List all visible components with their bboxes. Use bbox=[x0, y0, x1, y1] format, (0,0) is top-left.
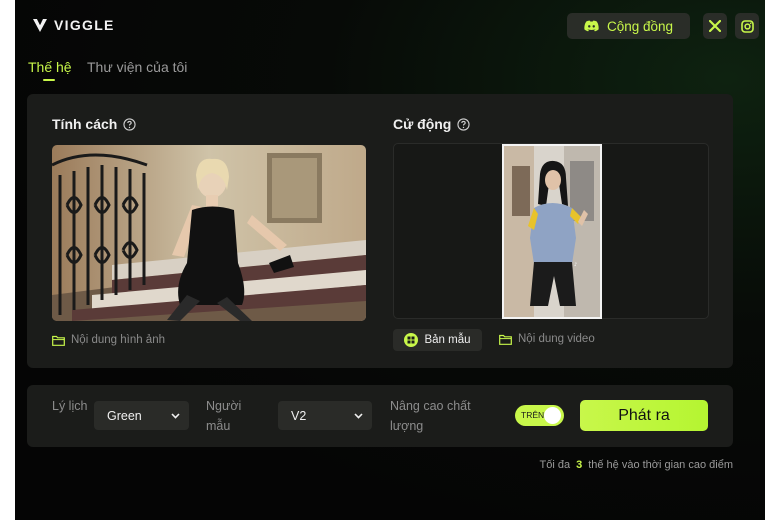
help-icon[interactable] bbox=[123, 117, 136, 131]
peak-limit-note: Tối đa 3 thế hệ vào thời gian cao điểm bbox=[539, 459, 733, 471]
footnote-suffix: thế hệ vào thời gian cao điểm bbox=[588, 459, 733, 471]
generate-button[interactable]: Phát ra bbox=[580, 400, 708, 431]
template-button[interactable]: Bản mẫu bbox=[393, 329, 482, 351]
footnote-count: 3 bbox=[576, 459, 583, 471]
motion-title: Cử động bbox=[393, 116, 452, 132]
toggle-knob bbox=[544, 407, 561, 424]
template-icon bbox=[404, 333, 419, 347]
motion-video-area[interactable]: ♪ bbox=[393, 143, 709, 319]
character-photo bbox=[52, 145, 366, 321]
motion-video-frame: ♪ bbox=[504, 146, 600, 317]
video-content-label: Nội dung video bbox=[518, 333, 595, 345]
active-tab-indicator bbox=[43, 79, 55, 81]
logo-text: VIGGLE bbox=[54, 17, 115, 33]
folder-icon bbox=[52, 335, 65, 346]
chevron-down-icon bbox=[171, 412, 180, 419]
chevron-down-icon bbox=[354, 412, 363, 419]
footnote-prefix: Tối đa bbox=[539, 459, 571, 471]
character-image[interactable] bbox=[52, 145, 366, 321]
instagram-button[interactable] bbox=[735, 13, 759, 39]
model-value: V2 bbox=[291, 408, 307, 423]
discord-icon bbox=[584, 20, 599, 32]
x-icon bbox=[709, 20, 721, 32]
motion-video-thumbnail[interactable]: ♪ bbox=[502, 144, 602, 319]
video-content-link[interactable]: Nội dung video bbox=[499, 333, 595, 345]
help-icon[interactable] bbox=[457, 117, 470, 131]
svg-text:♪: ♪ bbox=[574, 262, 577, 268]
community-button[interactable]: Cộng đồng bbox=[567, 13, 690, 39]
tab-generate[interactable]: Thế hệ bbox=[28, 59, 72, 75]
background-select[interactable]: Green bbox=[94, 401, 189, 430]
x-button[interactable] bbox=[703, 13, 727, 39]
app-window: VIGGLE Cộng đồng Thế hệ Thư viện của tôi… bbox=[15, 0, 765, 520]
tab-my-library[interactable]: Thư viện của tôi bbox=[87, 59, 187, 75]
community-label: Cộng đồng bbox=[606, 18, 674, 34]
motion-section-title: Cử động bbox=[393, 116, 470, 132]
instagram-icon bbox=[740, 19, 754, 33]
image-content-link[interactable]: Nội dung hình ảnh bbox=[52, 334, 165, 346]
viggle-logo-icon bbox=[33, 19, 47, 32]
settings-bar: Lý lịch Green Người mẫu V2 Nâng cao chất… bbox=[27, 385, 733, 447]
character-title: Tính cách bbox=[52, 116, 118, 132]
folder-icon bbox=[499, 334, 512, 345]
model-label: Người mẫu bbox=[206, 399, 242, 433]
quality-toggle[interactable]: TRÊN bbox=[515, 405, 564, 426]
background-label: Lý lịch bbox=[52, 399, 88, 413]
quality-label: Nâng cao chất lượng bbox=[390, 399, 471, 433]
character-section-title: Tính cách bbox=[52, 116, 136, 132]
template-label: Bản mẫu bbox=[424, 334, 471, 346]
input-panel: Tính cách Nội dung hình ảnh Cử động ♪ Bả… bbox=[27, 94, 733, 368]
background-value: Green bbox=[107, 408, 142, 423]
model-select[interactable]: V2 bbox=[278, 401, 372, 430]
image-content-label: Nội dung hình ảnh bbox=[71, 334, 165, 346]
logo[interactable]: VIGGLE bbox=[32, 17, 115, 33]
quality-toggle-text: TRÊN bbox=[521, 410, 545, 420]
